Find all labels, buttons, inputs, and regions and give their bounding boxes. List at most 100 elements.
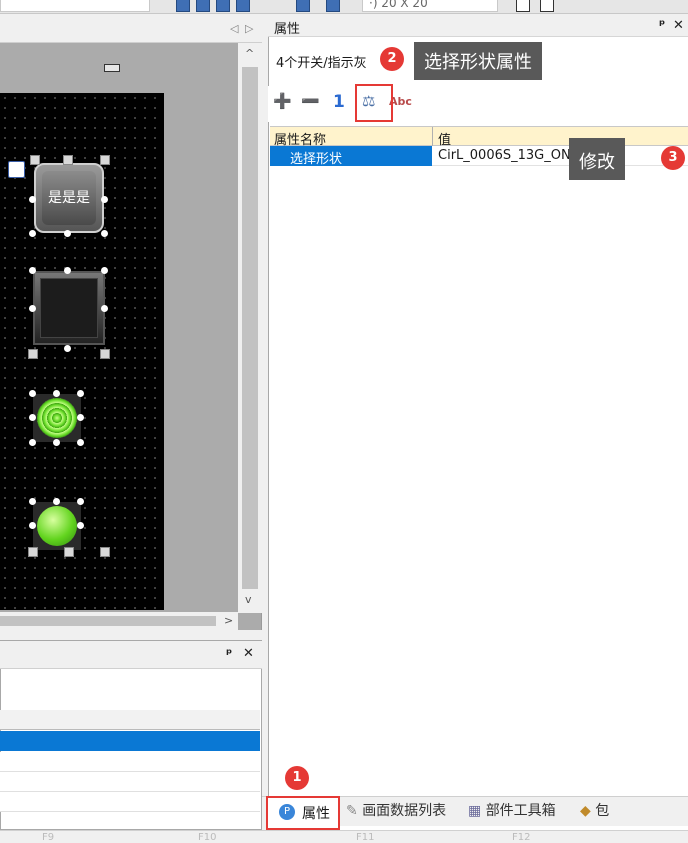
pin-icon[interactable]: ᵖ [226, 647, 232, 662]
toolbar-icon[interactable] [196, 0, 210, 12]
close-icon[interactable]: ✕ [673, 18, 684, 33]
output-row-selected[interactable] [0, 731, 260, 751]
resize-handle[interactable] [100, 547, 110, 557]
table-row[interactable] [0, 772, 260, 792]
property-row[interactable]: 选择形状 CirL_0006S_13G_ON [270, 146, 688, 167]
lamp-face [40, 278, 98, 338]
resize-handle[interactable] [101, 196, 108, 203]
properties-tab-icon: P [279, 804, 295, 820]
resize-handle[interactable] [53, 439, 60, 446]
resize-handle[interactable] [64, 345, 71, 352]
resize-handle[interactable] [77, 498, 84, 505]
vertical-scrollbar[interactable]: ^ v [238, 43, 262, 613]
horizontal-scrollbar[interactable]: > [0, 612, 238, 630]
close-icon[interactable]: ✕ [243, 646, 254, 661]
top-toolbar: ·) 20 X 20 [0, 0, 688, 14]
column-divider[interactable] [432, 127, 433, 147]
remove-all-icon[interactable]: ➖ [301, 92, 320, 112]
resize-handle[interactable] [29, 439, 36, 446]
top-combo[interactable] [0, 0, 150, 12]
resize-handle[interactable] [53, 390, 60, 397]
resize-handle[interactable] [77, 522, 84, 529]
scroll-down-icon[interactable]: v [245, 593, 252, 606]
step-badge-1: 1 [285, 766, 309, 790]
zoom-marker-icon [8, 161, 25, 178]
grid-size-field[interactable]: ·) 20 X 20 [362, 0, 498, 12]
tab-label: 部件工具箱 [485, 803, 556, 819]
resize-handle[interactable] [77, 414, 84, 421]
resize-handle[interactable] [100, 349, 110, 359]
resize-handle[interactable] [29, 414, 36, 421]
resize-handle[interactable] [29, 267, 36, 274]
resize-handle[interactable] [77, 439, 84, 446]
toolbar-icon[interactable] [216, 0, 230, 12]
switch-label: 是是是 [48, 190, 90, 206]
toolbar-icon[interactable] [176, 0, 190, 12]
green-indicator-light[interactable] [33, 394, 81, 442]
resize-handle[interactable] [29, 522, 36, 529]
tab-label: 包 [595, 803, 610, 819]
scroll-thumb[interactable] [0, 616, 216, 626]
tab-scroll-right-icon[interactable]: ▷ [245, 22, 253, 35]
resize-handle[interactable] [63, 155, 73, 165]
toolbar-icon[interactable] [296, 0, 310, 12]
function-key-f9: F9 [42, 832, 55, 843]
resize-handle[interactable] [29, 305, 36, 312]
led-icon [37, 506, 77, 546]
grid-size-text: ·) 20 X 20 [369, 0, 428, 10]
green-indicator-light[interactable] [33, 502, 81, 550]
led-icon [37, 398, 77, 438]
property-value[interactable]: CirL_0006S_13G_ON [438, 148, 571, 163]
tab-package[interactable]: ◆ 包 [580, 800, 609, 824]
step-badge-2: 2 [380, 47, 404, 71]
table-row[interactable] [0, 792, 260, 812]
resize-handle[interactable] [29, 196, 36, 203]
resize-handle[interactable] [28, 547, 38, 557]
property-name[interactable]: 选择形状 [270, 146, 432, 167]
function-key-f12: F12 [512, 832, 531, 843]
output-table-header [0, 710, 260, 730]
resize-handle[interactable] [29, 390, 36, 397]
toolbar-icon[interactable] [516, 0, 530, 12]
resize-handle[interactable] [53, 498, 60, 505]
resize-handle[interactable] [28, 349, 38, 359]
resize-handle[interactable] [30, 155, 40, 165]
switch-widget[interactable]: 是是是 [34, 163, 104, 233]
resize-handle[interactable] [101, 267, 108, 274]
minimize-icon[interactable] [104, 64, 120, 72]
tab-scroll-left-icon[interactable]: ◁ [230, 22, 238, 35]
properties-toolbar [268, 86, 688, 122]
add-all-icon[interactable]: ➕ [273, 92, 292, 112]
toolbar-icon[interactable] [540, 0, 554, 12]
tab-screen-data-list[interactable]: ✎ 画面数据列表 [346, 800, 446, 824]
pin-icon[interactable]: ᵖ [659, 18, 665, 33]
status-bar [0, 830, 688, 843]
resize-handle[interactable] [101, 305, 108, 312]
lamp-widget-square[interactable] [33, 271, 105, 345]
tab-properties[interactable]: P 属性 [266, 796, 340, 830]
editor-tab-strip: ◁ ▷ [0, 15, 262, 43]
toolbar-icon[interactable] [326, 0, 340, 12]
step-badge-3: 3 [661, 146, 685, 170]
resize-handle[interactable] [64, 267, 71, 274]
tooltip-modify: 修改 [569, 138, 625, 180]
resize-handle[interactable] [29, 498, 36, 505]
tab-label: 属性 [302, 806, 330, 822]
toolbox-icon: ▦ [468, 803, 482, 819]
resize-handle[interactable] [101, 230, 108, 237]
one-icon[interactable]: 1 [333, 92, 345, 112]
table-row[interactable] [0, 752, 260, 772]
resize-handle[interactable] [77, 390, 84, 397]
toolbar-icon[interactable] [236, 0, 250, 12]
scroll-right-icon[interactable]: > [224, 614, 233, 627]
resize-handle[interactable] [100, 155, 110, 165]
scroll-up-icon[interactable]: ^ [245, 47, 254, 60]
resize-handle[interactable] [64, 547, 74, 557]
tab-label: 画面数据列表 [362, 803, 447, 819]
resize-handle[interactable] [29, 230, 36, 237]
panel-title: 属性 [274, 22, 301, 37]
tooltip-select-shape: 选择形状属性 [414, 42, 542, 80]
resize-handle[interactable] [64, 230, 71, 237]
scroll-thumb[interactable] [242, 67, 258, 589]
tab-parts-toolbox[interactable]: ▦ 部件工具箱 [468, 800, 556, 824]
